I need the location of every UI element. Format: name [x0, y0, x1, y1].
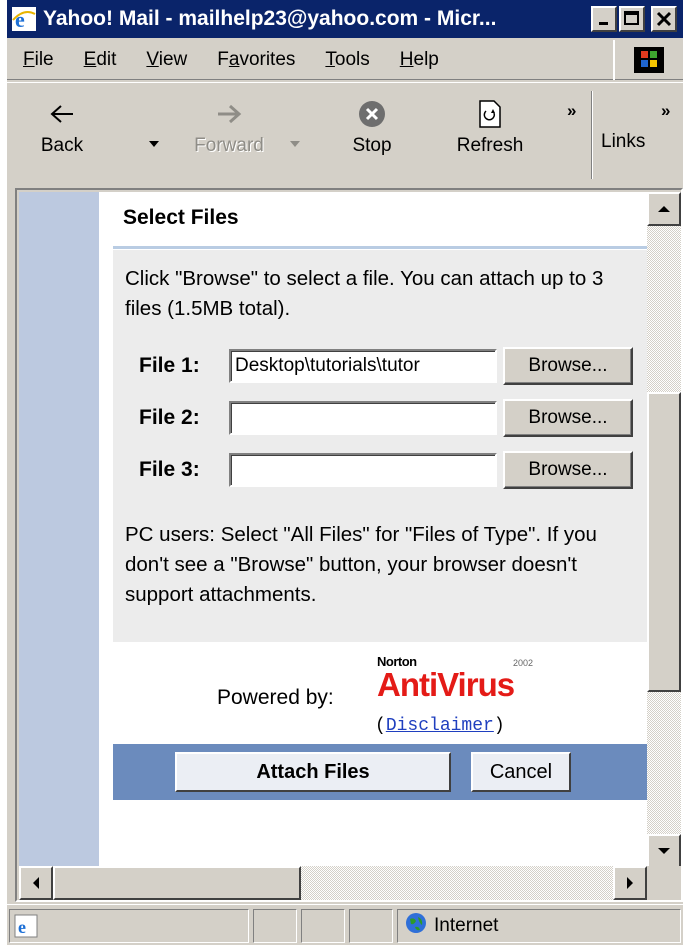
file-2-input[interactable]	[229, 401, 497, 435]
file-2-label: File 2:	[139, 406, 200, 429]
back-arrow-icon	[41, 93, 83, 135]
close-button[interactable]	[651, 6, 677, 32]
heading-divider	[113, 246, 647, 249]
back-dropdown-icon[interactable]	[149, 141, 159, 147]
antivirus-wordmark: AntiVirus	[377, 666, 515, 703]
attach-panel: Select Files Click "Browse" to select a …	[113, 192, 647, 868]
page-title: Select Files	[123, 206, 239, 229]
menu-favorites[interactable]: Favorites	[217, 49, 295, 71]
menu-tools[interactable]: Tools	[325, 49, 369, 71]
refresh-label: Refresh	[456, 135, 524, 156]
refresh-icon	[469, 93, 511, 135]
forward-button[interactable]: Forward	[183, 89, 275, 181]
browse-button-3[interactable]: Browse...	[503, 451, 633, 489]
file-1-input[interactable]: Desktop\tutorials\tutor	[229, 349, 497, 383]
scroll-left-button[interactable]	[19, 866, 53, 900]
globe-icon	[404, 911, 428, 941]
menu-view[interactable]: View	[146, 49, 187, 71]
window-title: Yahoo! Mail - mailhelp23@yahoo.com - Mic…	[43, 7, 497, 30]
scrollbar-corner	[647, 866, 681, 900]
horizontal-scrollbar[interactable]	[19, 866, 647, 900]
browse-button-2[interactable]: Browse...	[503, 399, 633, 437]
page-status-icon: e	[14, 914, 38, 943]
status-bar: e Internet	[7, 904, 683, 945]
attach-files-button[interactable]: Attach Files	[175, 752, 451, 792]
norton-year: 2002	[513, 658, 534, 668]
cancel-button[interactable]: Cancel	[471, 752, 571, 792]
action-bar: Attach Files Cancel	[113, 744, 647, 800]
title-bar: e Yahoo! Mail - mailhelp23@yahoo.com - M…	[7, 0, 683, 38]
status-cell-3	[301, 909, 345, 943]
security-zone-cell: Internet	[397, 909, 681, 943]
zone-label: Internet	[434, 915, 499, 936]
toolbar: Back Forward Stop Refresh » » Links	[7, 82, 683, 186]
links-label[interactable]: Links	[601, 131, 645, 153]
disclaimer-link[interactable]: Disclaimer	[386, 716, 494, 736]
content-frame: Select Files Click "Browse" to select a …	[15, 188, 683, 902]
stop-label: Stop	[352, 135, 392, 156]
norton-antivirus-logo: Norton AntiVirus 2002	[377, 654, 533, 703]
powered-by-label: Powered by:	[217, 686, 334, 709]
file-row-3: File 3: Browse...	[139, 451, 633, 489]
web-page: Select Files Click "Browse" to select a …	[19, 192, 647, 868]
file-row-1: File 1: Desktop\tutorials\tutor Browse..…	[139, 347, 633, 385]
stop-button[interactable]: Stop	[337, 89, 407, 181]
browse-button-1[interactable]: Browse...	[503, 347, 633, 385]
refresh-button[interactable]: Refresh	[445, 89, 535, 181]
back-button[interactable]: Back	[27, 89, 97, 181]
menu-edit[interactable]: Edit	[84, 49, 117, 71]
left-sidebar	[19, 192, 99, 868]
file-1-label: File 1:	[139, 354, 200, 377]
stop-icon	[351, 93, 393, 135]
horizontal-scroll-thumb[interactable]	[53, 866, 301, 900]
disclaimer-line: (Disclaimer)	[375, 716, 505, 736]
file-3-input[interactable]	[229, 453, 497, 487]
file-3-label: File 3:	[139, 458, 200, 481]
windows-logo-icon	[613, 40, 683, 80]
browser-window: e Yahoo! Mail - mailhelp23@yahoo.com - M…	[7, 0, 683, 945]
forward-label: Forward	[194, 135, 264, 156]
menu-bar: File Edit View Favorites Tools Help	[7, 40, 683, 80]
forward-arrow-icon	[208, 93, 250, 135]
menu-help[interactable]: Help	[400, 49, 439, 71]
svg-text:e: e	[18, 917, 26, 937]
svg-text:e: e	[15, 7, 25, 32]
scroll-down-button[interactable]	[647, 834, 681, 868]
forward-dropdown-icon[interactable]	[290, 141, 300, 147]
status-cell-2	[253, 909, 297, 943]
pc-users-note: PC users: Select "All Files" for "Files …	[125, 523, 597, 606]
file-row-2: File 2: Browse...	[139, 399, 633, 437]
links-more-icon[interactable]: »	[661, 101, 670, 121]
menu-file[interactable]: File	[23, 49, 54, 71]
status-text-cell: e	[9, 909, 249, 943]
vertical-scrollbar[interactable]	[647, 192, 681, 868]
ie-logo-icon: e	[11, 6, 37, 32]
vertical-scroll-thumb[interactable]	[647, 392, 681, 692]
toolbar-more-icon[interactable]: »	[567, 101, 576, 121]
back-label: Back	[40, 135, 84, 156]
status-cell-4	[349, 909, 393, 943]
minimize-button[interactable]	[591, 6, 617, 32]
intro-text: Click "Browse" to select a file. You can…	[125, 267, 604, 320]
scroll-right-button[interactable]	[613, 866, 647, 900]
maximize-button[interactable]	[619, 6, 645, 32]
file-select-section: Click "Browse" to select a file. You can…	[113, 250, 647, 642]
toolbar-separator	[591, 91, 593, 179]
scroll-up-button[interactable]	[647, 192, 681, 226]
